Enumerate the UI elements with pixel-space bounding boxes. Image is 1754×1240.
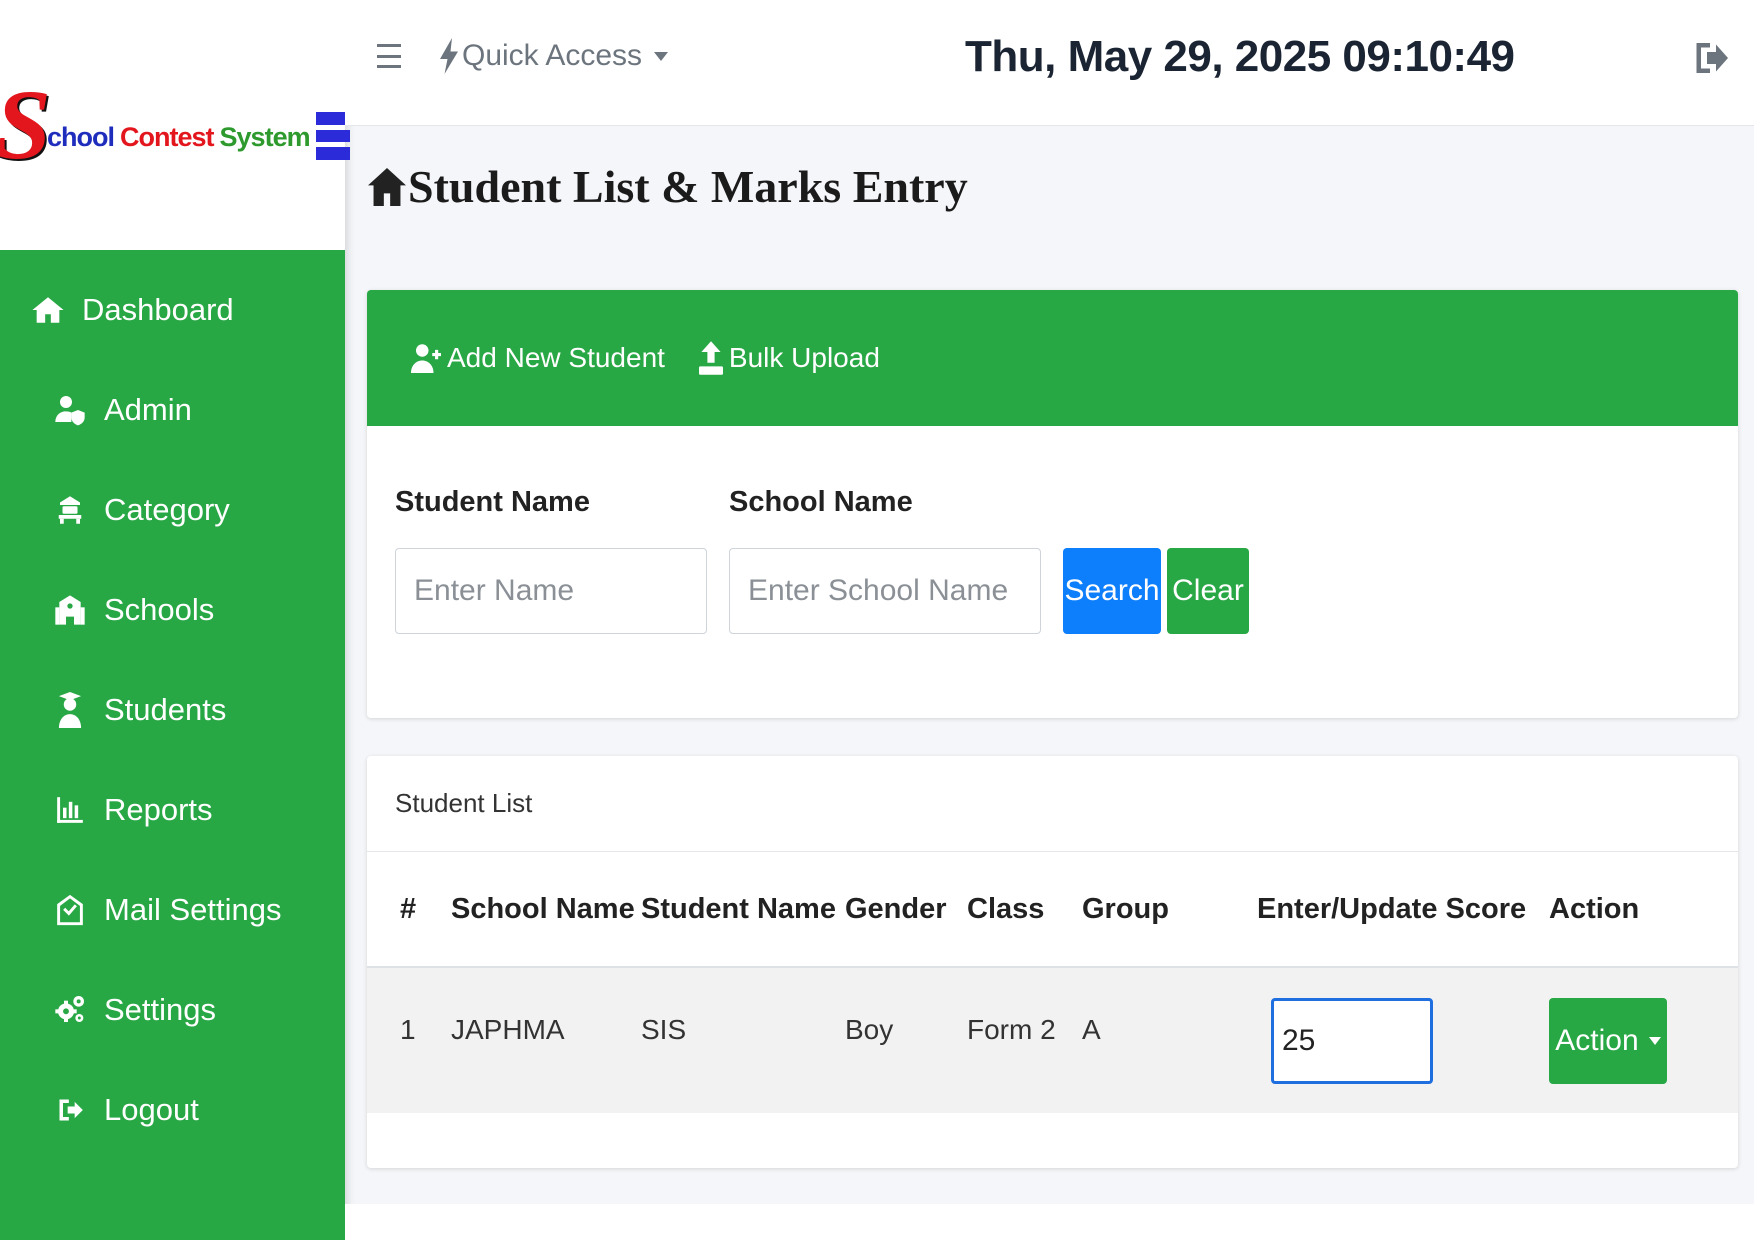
column-header-school: School Name	[451, 852, 641, 968]
cell-class: Form 2	[967, 967, 1082, 1113]
cell-group: A	[1082, 967, 1257, 1113]
column-header-num: #	[367, 852, 451, 968]
sidebar-item-schools[interactable]: Schools	[0, 560, 345, 660]
chevron-down-icon	[1648, 1037, 1661, 1045]
footer-strip	[345, 1204, 1754, 1240]
score-input[interactable]	[1271, 998, 1433, 1084]
sidebar-item-admin[interactable]: Admin	[0, 360, 345, 460]
column-header-gender: Gender	[845, 852, 967, 968]
bulk-upload-button[interactable]: Bulk Upload	[698, 341, 880, 375]
logo-word-2: Contest	[120, 121, 214, 152]
upload-icon	[698, 341, 723, 375]
exit-icon	[1696, 43, 1728, 73]
sidebar-item-label: Admin	[104, 392, 192, 427]
column-header-score: Enter/Update Score	[1257, 852, 1549, 968]
brand-logo-area: S chool Contest System	[0, 0, 350, 250]
table-row: 1 JAPHMA SIS Boy Form 2 A Action	[367, 967, 1738, 1113]
hamburger-menu-icon[interactable]	[377, 42, 401, 70]
gears-icon	[50, 993, 90, 1027]
column-header-action: Action	[1549, 852, 1738, 968]
cell-num: 1	[367, 967, 451, 1113]
category-icon	[50, 493, 90, 527]
sidebar-item-label: Dashboard	[82, 292, 234, 327]
sidebar-item-label: Schools	[104, 592, 215, 627]
logo-letter: S	[0, 69, 52, 180]
chevron-down-icon	[654, 51, 669, 61]
search-button[interactable]: Search	[1063, 548, 1161, 634]
sidebar-item-logout[interactable]: Logout	[0, 1060, 345, 1160]
logo-word-3: System	[219, 121, 311, 152]
cell-score	[1257, 967, 1549, 1113]
mail-icon	[50, 893, 90, 927]
cell-action: Action	[1549, 967, 1738, 1113]
logout-icon	[50, 1095, 90, 1125]
home-icon	[28, 293, 68, 327]
sidebar-item-label: Students	[104, 692, 227, 727]
sidebar-nav: Dashboard Admin Category Schools Student…	[0, 250, 345, 1160]
sidebar-item-label: Mail Settings	[104, 892, 282, 927]
student-table: # School Name Student Name Gender Class …	[367, 852, 1738, 1113]
logo-word-1: chool	[47, 121, 115, 152]
sidebar-item-label: Category	[104, 492, 230, 527]
user-shield-icon	[50, 393, 90, 427]
school-name-label: School Name	[729, 486, 913, 518]
sidebar: S chool Contest System Dashboard Admin C…	[0, 0, 350, 1240]
user-plus-icon	[411, 344, 441, 373]
sidebar-item-settings[interactable]: Settings	[0, 960, 345, 1060]
topbar: Quick Access Thu, May 29, 2025 09:10:49	[345, 0, 1754, 126]
add-new-student-label: Add New Student	[447, 342, 665, 373]
cell-student: SIS	[641, 967, 845, 1113]
column-header-class: Class	[967, 852, 1082, 968]
student-name-input[interactable]	[395, 548, 707, 634]
quick-access-label: Quick Access	[462, 39, 643, 72]
action-toolbar: Add New Student Bulk Upload	[367, 290, 1738, 426]
logo-text: chool Contest System	[47, 98, 311, 153]
sidebar-item-label: Logout	[104, 1092, 199, 1127]
logo[interactable]: S chool Contest System	[0, 75, 350, 175]
school-icon	[50, 593, 90, 627]
sidebar-item-reports[interactable]: Reports	[0, 760, 345, 860]
sidebar-item-label: Reports	[104, 792, 213, 827]
sidebar-item-label: Settings	[104, 992, 217, 1027]
student-list-title: Student List	[367, 756, 1738, 852]
add-new-student-button[interactable]: Add New Student	[411, 341, 665, 375]
sidebar-item-mail-settings[interactable]: Mail Settings	[0, 860, 345, 960]
logout-button[interactable]	[1692, 38, 1728, 83]
cell-gender: Boy	[845, 967, 967, 1113]
cell-school: JAPHMA	[451, 967, 641, 1113]
school-name-input[interactable]	[729, 548, 1041, 634]
page-title-text: Student List & Marks Entry	[408, 161, 968, 212]
sidebar-item-students[interactable]: Students	[0, 660, 345, 760]
action-dropdown-button[interactable]: Action	[1549, 998, 1667, 1084]
lightning-icon	[440, 38, 458, 74]
chart-icon	[50, 796, 90, 824]
current-datetime: Thu, May 29, 2025 09:10:49	[965, 32, 1515, 81]
column-header-student: Student Name	[641, 852, 845, 968]
home-icon	[368, 167, 406, 206]
table-header-row: # School Name Student Name Gender Class …	[367, 852, 1738, 968]
quick-access-dropdown[interactable]: Quick Access	[440, 38, 669, 74]
sidebar-item-category[interactable]: Category	[0, 460, 345, 560]
action-label: Action	[1555, 1024, 1639, 1057]
student-name-label: Student Name	[395, 486, 590, 518]
student-filter-card: Add New Student Bulk Upload Student Name…	[367, 290, 1738, 718]
student-icon	[50, 692, 90, 728]
bulk-upload-label: Bulk Upload	[728, 342, 880, 373]
student-list-card: Student List # School Name Student Name …	[367, 756, 1738, 1168]
sidebar-item-dashboard[interactable]: Dashboard	[0, 260, 345, 360]
clear-button[interactable]: Clear	[1167, 548, 1249, 634]
page-title: Student List & Marks Entry	[368, 160, 968, 213]
column-header-group: Group	[1082, 852, 1257, 968]
